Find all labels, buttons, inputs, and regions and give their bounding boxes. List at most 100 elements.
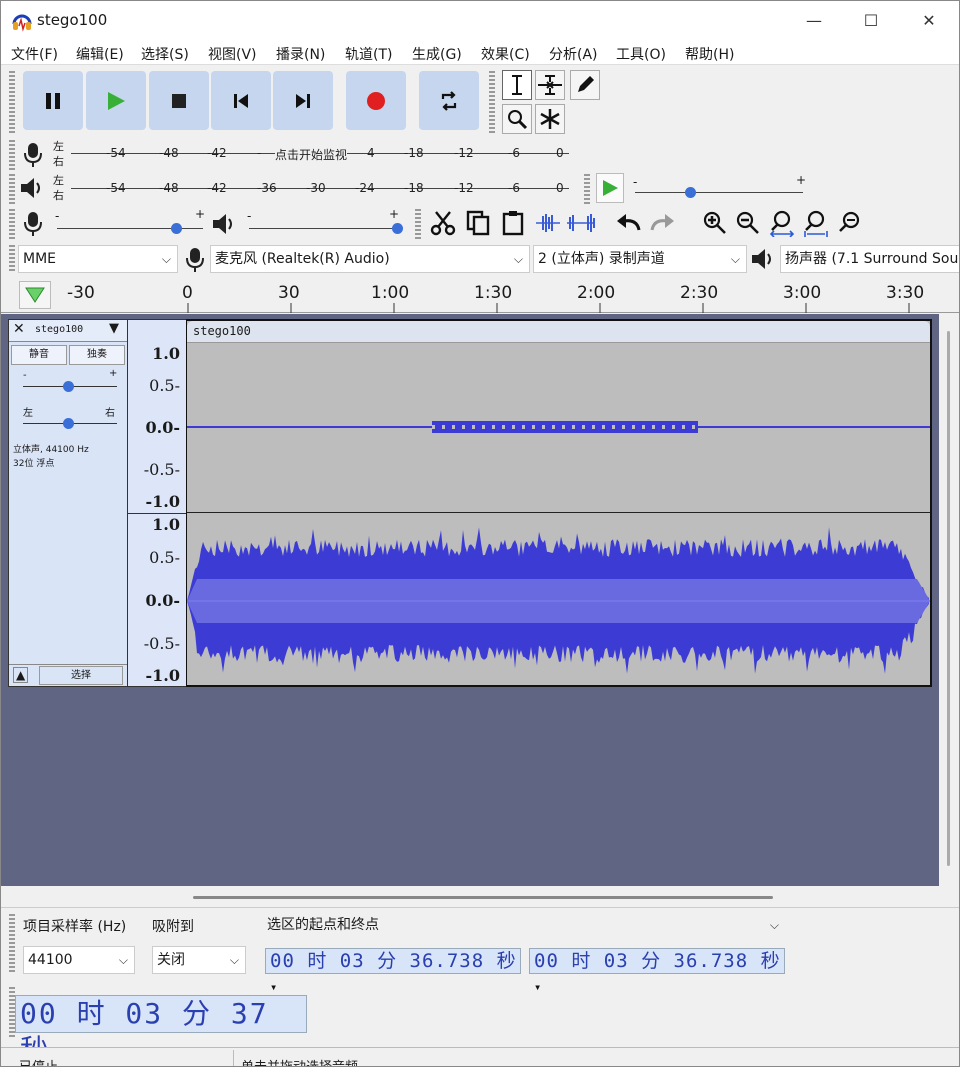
play-volume-thumb[interactable] bbox=[392, 223, 403, 234]
menu-file[interactable]: 文件(F) bbox=[11, 44, 58, 64]
minimize-button[interactable]: — bbox=[791, 5, 837, 37]
pause-button[interactable] bbox=[23, 71, 83, 130]
play-left-label: 左 bbox=[53, 174, 64, 187]
pin-head-button[interactable] bbox=[19, 281, 51, 309]
clip-title-bar[interactable]: stego100 bbox=[187, 321, 930, 343]
speed-slider-track[interactable] bbox=[635, 192, 803, 193]
monitor-hint[interactable]: 点击开始监视 bbox=[275, 146, 348, 163]
chevron-down-icon: ⌵ bbox=[769, 918, 779, 932]
selection-start-time[interactable]: 00 时 03 分 36.738 秒 ▾ bbox=[265, 948, 521, 994]
tools-grip[interactable] bbox=[489, 71, 495, 133]
copy-button[interactable] bbox=[462, 207, 493, 239]
menu-view[interactable]: 视图(V) bbox=[208, 44, 257, 64]
selection-end-time[interactable]: 00 时 03 分 36.738 秒 ▾ bbox=[529, 948, 785, 994]
cursor-i-beam-icon bbox=[512, 75, 522, 95]
audio-position-display[interactable]: 00 时 03 分 37 秒▾ bbox=[15, 995, 307, 1066]
track-menu-icon[interactable]: ▼ bbox=[109, 321, 119, 336]
waveform-clip[interactable]: stego100 bbox=[186, 319, 932, 687]
channels-select[interactable]: 2 (立体声) 录制声道 ⌵ bbox=[533, 245, 747, 273]
recording-device-select[interactable]: 麦克风 (Realtek(R) Audio) ⌵ bbox=[210, 245, 530, 273]
redo-button[interactable] bbox=[646, 207, 677, 239]
cut-button[interactable] bbox=[427, 207, 458, 239]
vertical-ruler[interactable]: 1.0 0.5- 0.0- -0.5- -1.0 1.0 0.5- 0.0- -… bbox=[128, 319, 186, 687]
ruler-label: 0.0- bbox=[145, 418, 180, 437]
microphone-icon bbox=[186, 248, 204, 272]
zoom-tool[interactable] bbox=[502, 104, 532, 134]
fit-selection-button[interactable] bbox=[766, 207, 797, 239]
draw-tool[interactable] bbox=[570, 70, 600, 100]
solo-button[interactable]: 独奏 bbox=[69, 345, 125, 365]
rec-meter-grip[interactable] bbox=[9, 140, 15, 170]
clip-name: stego100 bbox=[193, 324, 251, 338]
selection-start-value: 00 时 03 分 36.738 秒 bbox=[270, 950, 517, 972]
play-volume-slider[interactable] bbox=[249, 228, 401, 229]
menu-tools[interactable]: 工具(O) bbox=[616, 44, 666, 64]
pan-slider-thumb[interactable] bbox=[63, 418, 74, 429]
stop-button[interactable] bbox=[149, 71, 209, 130]
menu-generate[interactable]: 生成(G) bbox=[412, 44, 462, 64]
ruler-label: 0.0- bbox=[145, 591, 180, 610]
play-speed-grip[interactable] bbox=[584, 174, 590, 204]
skip-to-start-button[interactable] bbox=[211, 71, 271, 130]
selection-tool[interactable] bbox=[502, 70, 532, 100]
timeline-ruler[interactable]: -30 0 30 1:00 1:30 2:00 2:30 3:00 3:30 bbox=[1, 277, 959, 313]
skip-to-end-button[interactable] bbox=[273, 71, 333, 130]
close-track-icon[interactable]: ✕ bbox=[13, 321, 25, 337]
rec-tick: -48 bbox=[159, 146, 179, 160]
silence-button[interactable] bbox=[565, 207, 596, 239]
horizontal-scrollbar[interactable] bbox=[193, 896, 773, 899]
mute-button[interactable]: 静音 bbox=[11, 345, 67, 365]
vertical-scrollbar[interactable] bbox=[947, 331, 950, 866]
audio-host-select[interactable]: MME ⌵ bbox=[18, 245, 178, 273]
selection-mode-select[interactable]: 选区的起点和终点 ⌵ bbox=[263, 912, 785, 940]
rec-volume-thumb[interactable] bbox=[171, 223, 182, 234]
menu-effect[interactable]: 效果(C) bbox=[481, 44, 530, 64]
gain-slider-thumb[interactable] bbox=[63, 381, 74, 392]
play-button[interactable] bbox=[86, 71, 146, 130]
fit-project-button[interactable] bbox=[800, 207, 831, 239]
menu-help[interactable]: 帮助(H) bbox=[685, 44, 734, 64]
play-meter-grip[interactable] bbox=[9, 174, 15, 204]
timeline-label: 1:30 bbox=[474, 283, 513, 303]
ruler-label: 0.5- bbox=[149, 376, 180, 395]
select-track-button[interactable]: 选择 bbox=[39, 666, 123, 685]
record-button[interactable] bbox=[346, 71, 406, 130]
speed-slider-thumb[interactable] bbox=[685, 187, 696, 198]
snap-to-value: 关闭 bbox=[157, 952, 185, 968]
zoom-out-button[interactable] bbox=[732, 207, 763, 239]
menu-analyze[interactable]: 分析(A) bbox=[549, 44, 598, 64]
paste-button[interactable] bbox=[497, 207, 528, 239]
time-format-dropdown-icon[interactable]: ▾ bbox=[270, 980, 278, 994]
track-name-button[interactable]: stego100 bbox=[35, 324, 83, 335]
project-rate-select[interactable]: 44100 ⌵ bbox=[23, 946, 135, 974]
edit-grip[interactable] bbox=[415, 209, 421, 239]
menu-transport[interactable]: 播录(N) bbox=[276, 44, 325, 64]
menu-edit[interactable]: 编辑(E) bbox=[76, 44, 124, 64]
mixer-grip[interactable] bbox=[9, 209, 15, 239]
copy-icon bbox=[466, 210, 489, 236]
undo-button[interactable] bbox=[613, 207, 644, 239]
selection-grip[interactable] bbox=[9, 914, 15, 974]
close-button[interactable]: ✕ bbox=[906, 5, 952, 37]
device-grip[interactable] bbox=[9, 245, 15, 273]
toolbar-grip[interactable] bbox=[9, 71, 15, 133]
zoom-toggle-button[interactable] bbox=[834, 207, 865, 239]
pan-right-label: 右 bbox=[105, 408, 115, 419]
paste-icon bbox=[502, 211, 523, 236]
playback-device-select[interactable]: 扬声器 (7.1 Surround Sound) bbox=[780, 245, 959, 273]
loop-button[interactable] bbox=[419, 71, 479, 130]
menu-tracks[interactable]: 轨道(T) bbox=[345, 44, 392, 64]
collapse-track-icon[interactable]: ▲ bbox=[13, 667, 29, 683]
audio-host-value: MME bbox=[23, 251, 57, 267]
menu-select[interactable]: 选择(S) bbox=[141, 44, 189, 64]
play-at-speed-button[interactable] bbox=[596, 173, 624, 203]
snap-to-select[interactable]: 关闭 ⌵ bbox=[152, 946, 246, 974]
envelope-tool[interactable] bbox=[535, 70, 565, 100]
maximize-button[interactable]: ☐ bbox=[848, 5, 894, 37]
ruler-label: -1.0 bbox=[145, 492, 180, 511]
trim-button[interactable] bbox=[532, 207, 563, 239]
time-format-dropdown-icon[interactable]: ▾ bbox=[534, 980, 542, 994]
multi-tool[interactable] bbox=[535, 104, 565, 134]
skip-end-icon bbox=[296, 93, 310, 108]
zoom-in-button[interactable] bbox=[699, 207, 730, 239]
